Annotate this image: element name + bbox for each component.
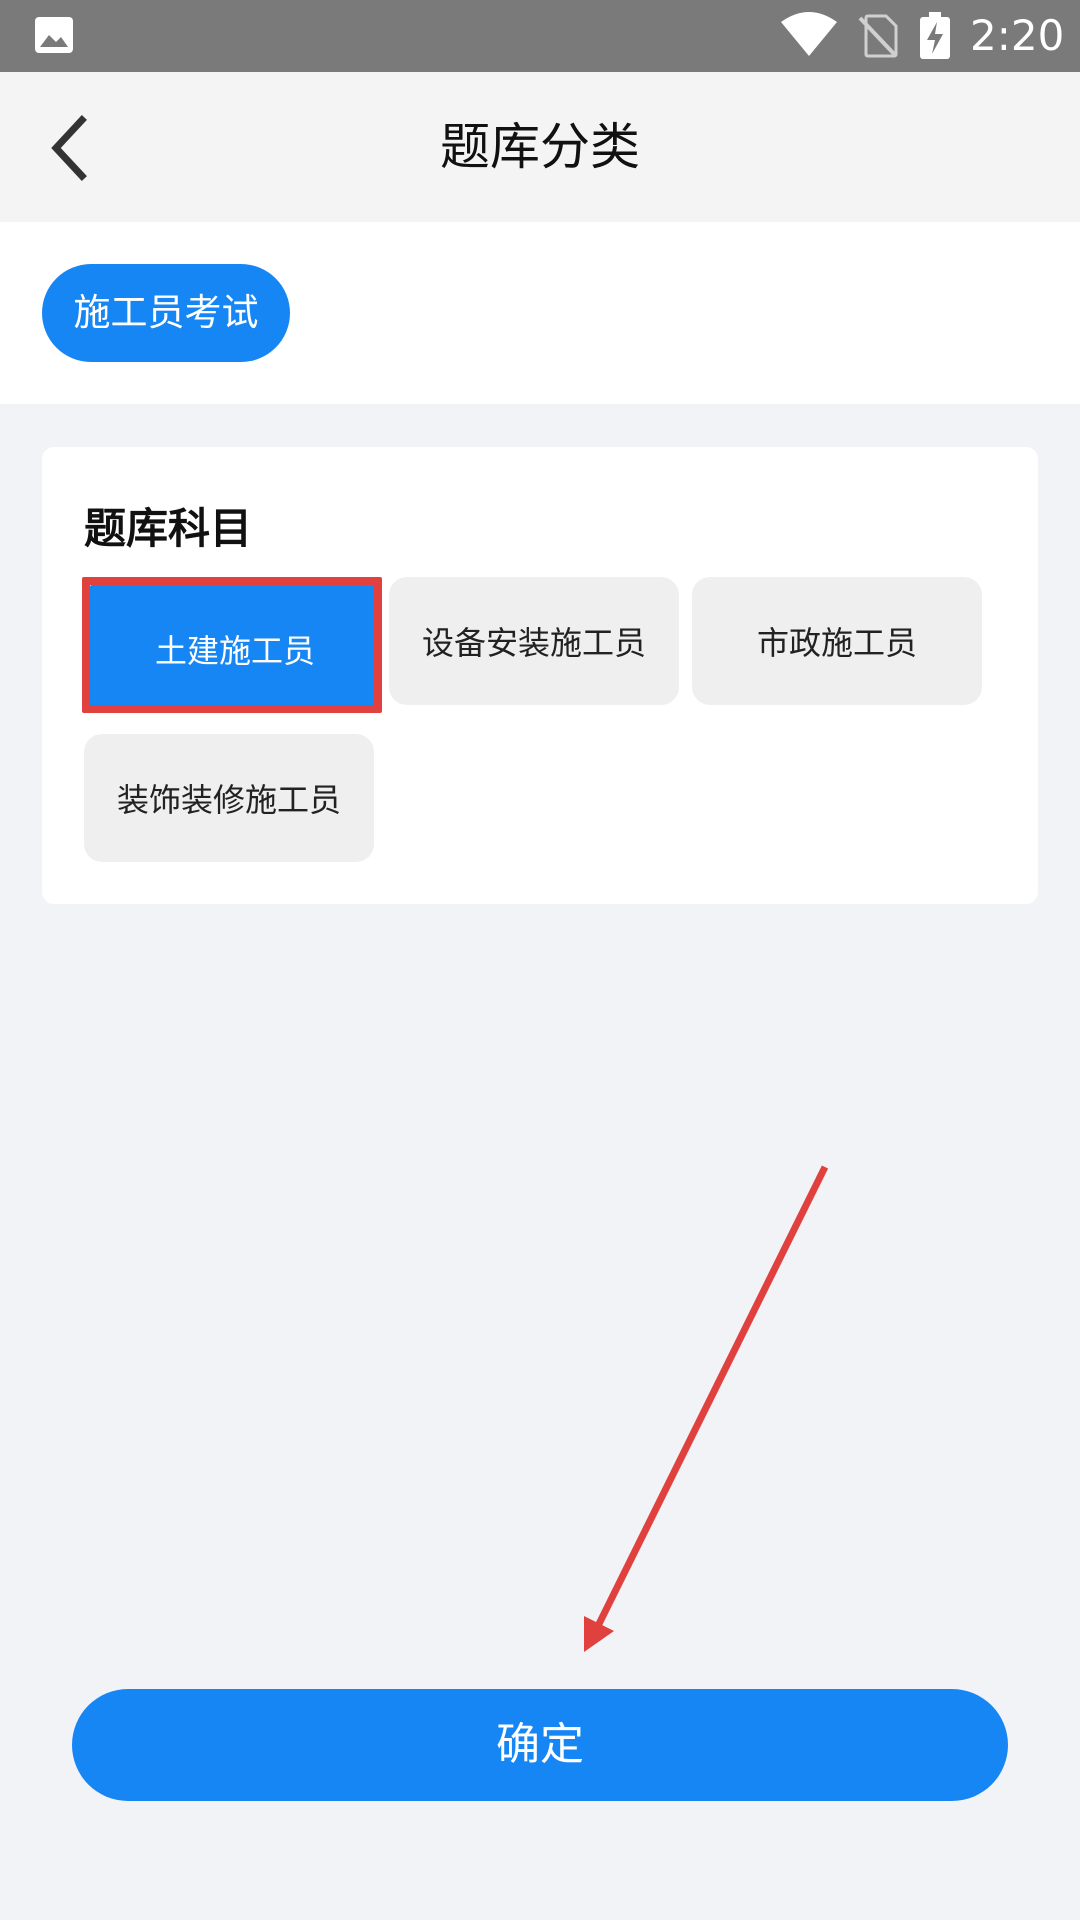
status-clock: 2:20: [970, 11, 1065, 60]
page-title: 题库分类: [440, 118, 640, 176]
confirm-button[interactable]: 确定: [72, 1689, 1008, 1801]
subject-option-label: 装饰装修施工员: [116, 781, 341, 819]
no-sim-icon: [858, 14, 898, 58]
subject-card-title: 题库科目: [84, 504, 253, 553]
selection-highlight-box: [82, 577, 382, 713]
subject-card: 题库科目 土建施工员 设备安装施工员 市政施工员 装饰装修施工员: [42, 447, 1038, 904]
subject-option-equipment[interactable]: 设备安装施工员: [389, 577, 679, 705]
exam-category-strip: 施工员考试: [0, 222, 1080, 404]
exam-category-chip[interactable]: 施工员考试: [42, 264, 290, 362]
nav-bar: 题库分类: [0, 72, 1080, 222]
gallery-icon: [35, 17, 73, 53]
subject-option-municipal[interactable]: 市政施工员: [692, 577, 982, 705]
subject-option-decoration[interactable]: 装饰装修施工员: [84, 734, 374, 862]
wifi-icon: [781, 12, 837, 56]
battery-charging-icon: [920, 12, 950, 59]
subject-option-label: 设备安装施工员: [421, 624, 646, 662]
status-bar: 2:20: [0, 0, 1080, 72]
subject-option-label: 市政施工员: [756, 624, 917, 662]
